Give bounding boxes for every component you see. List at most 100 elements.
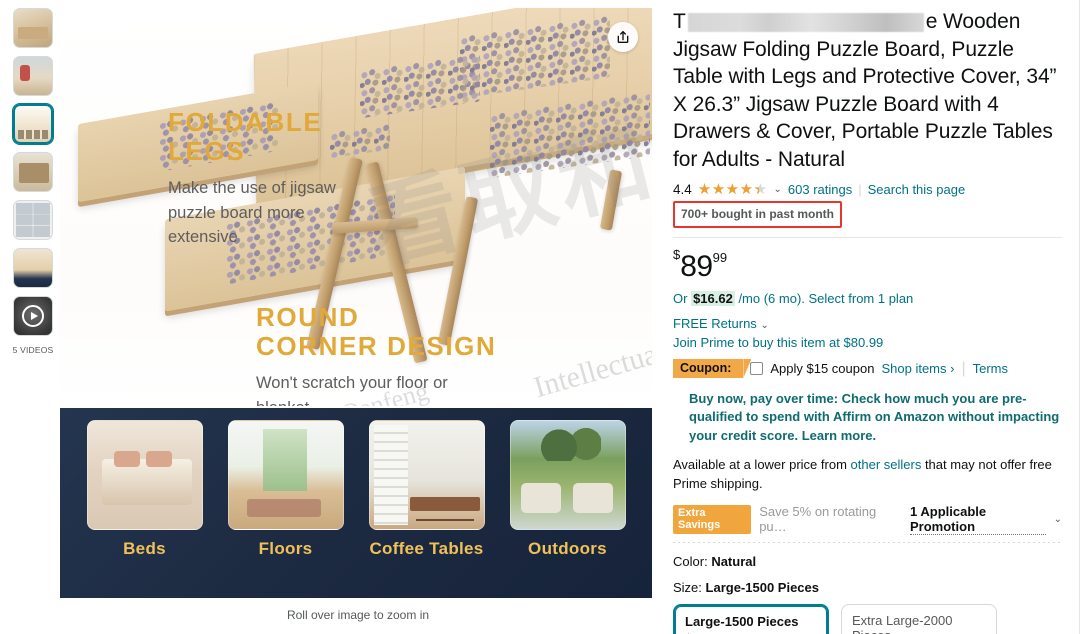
product-detail-column: Te Wooden Jigsaw Folding Puzzle Board, P… [658,0,1080,634]
rating-value: 4.4 [673,182,692,197]
dotted-divider [673,541,1062,543]
price-whole: 89 [680,250,713,283]
gallery-thumbnail-3-selected[interactable] [13,104,53,144]
main-image-column: 看取和误取 Intellectual Property Qenfeng FOLD… [58,0,658,634]
free-returns-label[interactable]: FREE Returns [673,316,757,331]
financing-prefix: Or [673,291,692,306]
coupon-terms-link[interactable]: Terms [973,361,1008,376]
financing-amount: $16.62 [691,291,735,306]
image-copy-foldable-legs: FOLDABLE LEGS Make the use of jigsaw puz… [168,107,358,250]
gallery-thumbnail-5[interactable] [13,200,53,240]
table-leg [599,169,623,231]
color-value: Natural [711,553,757,569]
applicable-promotion-count[interactable]: 1 Applicable Promotion [910,504,1046,535]
swatch-name: Large-1500 Pieces [685,613,799,629]
main-product-image[interactable]: 看取和误取 Intellectual Property Qenfeng FOLD… [60,8,652,598]
image-thumbnail-rail: 5 VIDEOS [0,0,58,634]
lower-price-before: Available at a lower price from [673,457,851,473]
copy-headline-line2: CORNER DESIGN [256,331,497,362]
play-icon [22,305,44,327]
lower-price-notice: Available at a lower price from other se… [673,456,1062,492]
other-sellers-link[interactable]: other sellers [851,457,922,472]
copy-subtext: Make the use of jigsaw puzzle board more… [168,178,336,247]
chevron-down-icon[interactable]: ⌄ [1054,514,1062,525]
title-text: e Wooden Jigsaw Folding Puzzle Board, Pu… [673,10,1057,171]
size-key: Size: [673,579,702,595]
financing-suffix: /mo (6 mo). Select from 1 plan [734,291,914,306]
swatch-name: Extra Large-2000 Pieces [852,612,953,634]
coupon-row: Coupon: Apply $15 coupon Shop items › | … [673,359,1062,378]
size-swatch-large-1500-selected[interactable]: Large-1500 Pieces $89.99 [673,603,829,634]
usecase-label: Outdoors [528,539,607,558]
thumbnail-image [14,249,52,287]
size-value: Large-1500 Pieces [705,579,819,595]
product-price: $8999 [673,248,727,282]
prime-offer-line[interactable]: Join Prime to buy this item at $80.99 [673,335,1062,350]
affirm-financing-message[interactable]: Buy now, pay over time: Check how much y… [689,390,1062,445]
watermark-intellectual-property: Intellectual Property [530,305,652,405]
gallery-thumbnail-1[interactable] [13,8,53,48]
gallery-thumbnail-4[interactable] [13,152,53,192]
size-variation-label: Size: Large-1500 Pieces [673,580,1062,595]
price-fraction: 99 [712,250,728,265]
chevron-down-icon[interactable]: ⌄ [760,320,768,331]
gallery-thumbnail-6[interactable] [13,248,53,288]
search-this-page-link[interactable]: Search this page [868,182,966,197]
star-rating[interactable]: ★★★★★ ★★★★★ [698,182,768,197]
thumbnail-image [14,9,52,47]
divider: | [961,359,966,377]
shop-items-link[interactable]: Shop items › [881,361,954,376]
price-block: $8999 [673,248,1062,282]
image-copy-round-corner: ROUND CORNER DESIGN Won't scratch your f… [256,302,497,406]
usecase-item: Coffee Tables [363,420,491,559]
usecase-label: Floors [258,539,313,558]
share-icon [617,31,629,43]
color-variation-label: Color: Natural [673,554,1062,569]
copy-subtext: Won't scratch your floor or blanket [256,373,448,406]
size-swatch-group: Large-1500 Pieces $89.99 Extra Large-200… [673,603,1062,634]
bought-in-past-month-text: 700+ bought in past month [681,207,835,221]
product-detail-page: 5 VIDEOS Intellectual Qenfeng FOLDABLE L… [0,0,1080,634]
share-button[interactable] [608,22,638,52]
usecase-item: Outdoors [504,420,632,559]
copy-headline-line1: FOLDABLE [168,107,323,137]
usecase-photo [227,420,344,530]
color-key: Color: [673,553,708,569]
thumbnail-image [14,153,52,191]
section-divider [673,237,1062,238]
thumbnail-image [14,201,52,239]
copy-headline-line1: ROUND [256,302,360,332]
extra-savings-description: Save 5% on rotating pu… [759,504,877,535]
videos-count-label: 5 VIDEOS [12,345,54,355]
gallery-thumbnail-2[interactable] [13,56,53,96]
usecase-photo [509,420,626,530]
chevron-down-icon[interactable]: ⌄ [774,184,782,195]
product-photo-scene: 看取和误取 Intellectual Property Qenfeng FOLD… [60,8,652,406]
stars-foreground: ★★★★★ [697,182,759,197]
extra-savings-badge: Extra Savings [673,504,752,534]
usecase-photo [86,420,203,530]
free-returns-row[interactable]: FREE Returns ⌄ [673,316,1062,331]
thumbnail-image [14,57,52,95]
copy-headline-line2: LEGS [168,136,246,167]
usecase-label: Beds [123,539,166,558]
apply-coupon-checkbox[interactable] [750,362,764,375]
apply-coupon-label[interactable]: Apply $15 coupon [770,361,874,376]
usecase-panel: Beds Floors Coffee Tables Outdoors [60,408,652,598]
page-title: Te Wooden Jigsaw Folding Puzzle Board, P… [673,8,1062,173]
thumbnail-image [15,106,51,142]
ratings-count-link[interactable]: 603 ratings [788,182,852,197]
divider: | [858,182,862,197]
redacted-brand-block [687,12,924,32]
usecase-label: Coffee Tables [369,539,484,558]
gallery-video-thumbnail[interactable] [13,296,53,336]
rating-row: 4.4 ★★★★★ ★★★★★ ⌄ 603 ratings | Search t… [673,182,1062,198]
extra-savings-row: Extra Savings Save 5% on rotating pu… 1 … [673,504,1062,535]
financing-offer[interactable]: Or $16.62 /mo (6 mo). Select from 1 plan [673,291,1062,306]
bought-in-past-month-annotation: 700+ bought in past month [673,201,843,228]
size-swatch-extra-large-2000[interactable]: Extra Large-2000 Pieces $119.99 [841,603,997,634]
usecase-photo [368,420,485,530]
usecase-item: Floors [222,420,350,559]
usecase-item: Beds [81,420,209,559]
roll-over-caption: Roll over image to zoom in [286,608,430,622]
